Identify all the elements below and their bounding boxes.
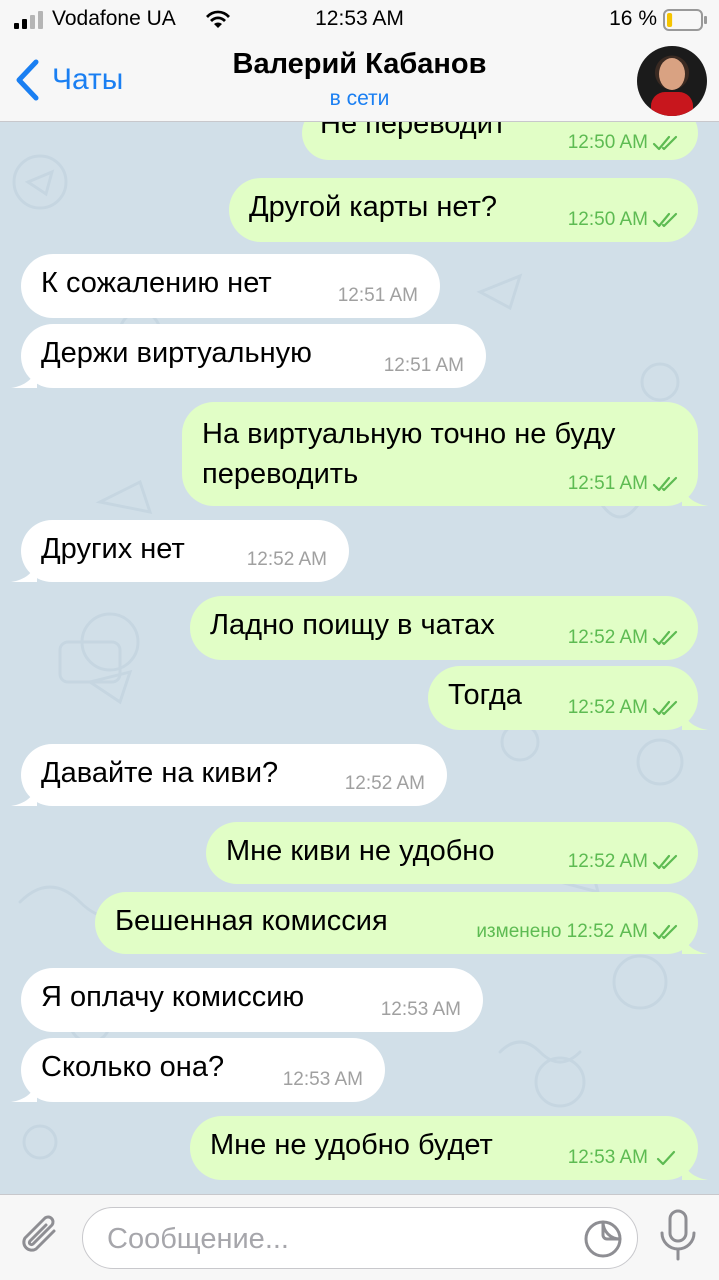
message-incoming[interactable]: К сожалению нет 12:51 AM [21,254,440,318]
message-time: 12:50 AM [567,209,648,230]
bubble-tail [682,1158,708,1180]
message-meta: изменено 12:52 AM [476,921,680,943]
double-check-icon [652,924,678,940]
message-outgoing[interactable]: На виртуальную точно не буду переводить … [182,402,708,506]
battery-percent: 16 % [609,7,657,30]
message-text: К сожалению нет [41,267,272,299]
message-meta: 12:52 AM [568,697,680,719]
contact-info[interactable]: Валерий Кабанов в сети [0,48,719,111]
message-incoming[interactable]: Держи виртуальную 12:51 AM [11,324,486,388]
message-outgoing[interactable]: Мне не удобно будет 12:53 AM [190,1116,708,1180]
message-meta: 12:52 AM [568,851,680,873]
message-incoming[interactable]: Других нет 12:52 AM [11,520,349,582]
contact-name: Валерий Кабанов [232,48,487,80]
bubble-tail [682,484,708,506]
single-check-icon [656,1150,676,1166]
message-time: изменено 12:52 AM [476,921,648,942]
message-meta: 12:52 AM [345,773,425,795]
message-meta: 12:53 AM [283,1069,363,1091]
status-bar: Vodafone UA 12:53 AM 16 % [0,0,719,40]
double-check-icon [652,854,678,870]
message-text: Держи виртуальную [41,337,312,369]
message-meta: 12:52 AM [247,549,327,571]
message-meta: 12:53 AM [381,999,461,1021]
message-incoming[interactable]: Сколько она? 12:53 AM [11,1038,385,1102]
message-meta: 12:51 AM [384,355,464,377]
message-outgoing[interactable]: Мне киви не удобно 12:52 AM [206,822,698,884]
message-meta: 12:50 AM [568,132,680,154]
message-text: Бешенная комиссия [115,905,388,937]
bubble-tail [682,932,708,954]
message-text: Других нет [41,533,185,565]
message-time: 12:50 AM [567,132,648,153]
message-meta: 12:53 AM [568,1147,680,1169]
double-check-icon [652,700,678,716]
message-outgoing[interactable]: Не переводит 12:50 AM [302,122,698,160]
message-outgoing[interactable]: Ладно поищу в чатах 12:52 AM [190,596,698,660]
message-text: Мне не удобно будет [210,1129,493,1161]
battery-icon [663,9,707,31]
message-outgoing[interactable]: Тогда 12:52 AM [428,666,708,730]
message-incoming[interactable]: Я оплачу комиссию 12:53 AM [21,968,483,1032]
message-text: Мне киви не удобно [226,835,495,867]
bubble-tail [11,366,37,388]
message-meta: 12:51 AM [568,473,680,495]
bubble-tail [11,784,37,806]
message-time: 12:53 AM [567,1147,648,1168]
message-outgoing[interactable]: Бешенная комиссия изменено 12:52 AM [95,892,708,954]
message-meta: 12:50 AM [568,209,680,231]
microphone-icon[interactable] [658,1209,698,1261]
message-field[interactable] [82,1207,638,1269]
message-time: 12:52 AM [567,851,648,872]
message-input[interactable] [107,1220,547,1258]
double-check-icon [652,630,678,646]
composer [0,1194,719,1280]
paperclip-icon[interactable] [18,1211,64,1261]
message-list[interactable]: Не переводит 12:50 AM Другой карты нет? … [0,122,719,1194]
contact-status: в сети [329,87,390,110]
message-text: Я оплачу комиссию [41,981,305,1013]
bubble-tail [682,708,708,730]
message-time: 12:52 AM [567,627,648,648]
double-check-icon [652,476,678,492]
message-text: Давайте на киви? [41,757,279,789]
message-time: 12:51 AM [567,473,648,494]
message-time: 12:53 AM [282,1069,363,1090]
message-time: 12:52 AM [567,697,648,718]
message-time: 12:52 AM [344,773,425,794]
double-check-icon [652,135,678,151]
message-time: 12:52 AM [246,549,327,570]
bubble-tail [11,1080,37,1102]
message-meta: 12:51 AM [338,285,418,307]
message-text: Тогда [448,679,522,711]
message-outgoing[interactable]: Другой карты нет? 12:50 AM [229,178,698,242]
message-meta: 12:52 AM [568,627,680,649]
chat-header: Чаты Валерий Кабанов в сети [0,40,719,122]
message-time: 12:53 AM [380,999,461,1020]
message-text: Ладно поищу в чатах [210,609,495,641]
double-check-icon [652,212,678,228]
message-time: 12:51 AM [337,285,418,306]
bubble-tail [11,560,37,582]
message-text: Другой карты нет? [249,191,497,223]
message-text: Сколько она? [41,1051,225,1083]
message-text: Не переводит [320,122,507,140]
message-incoming[interactable]: Давайте на киви? 12:52 AM [11,744,447,806]
sticker-icon[interactable] [583,1219,623,1259]
avatar[interactable] [637,46,707,116]
message-time: 12:51 AM [383,355,464,376]
